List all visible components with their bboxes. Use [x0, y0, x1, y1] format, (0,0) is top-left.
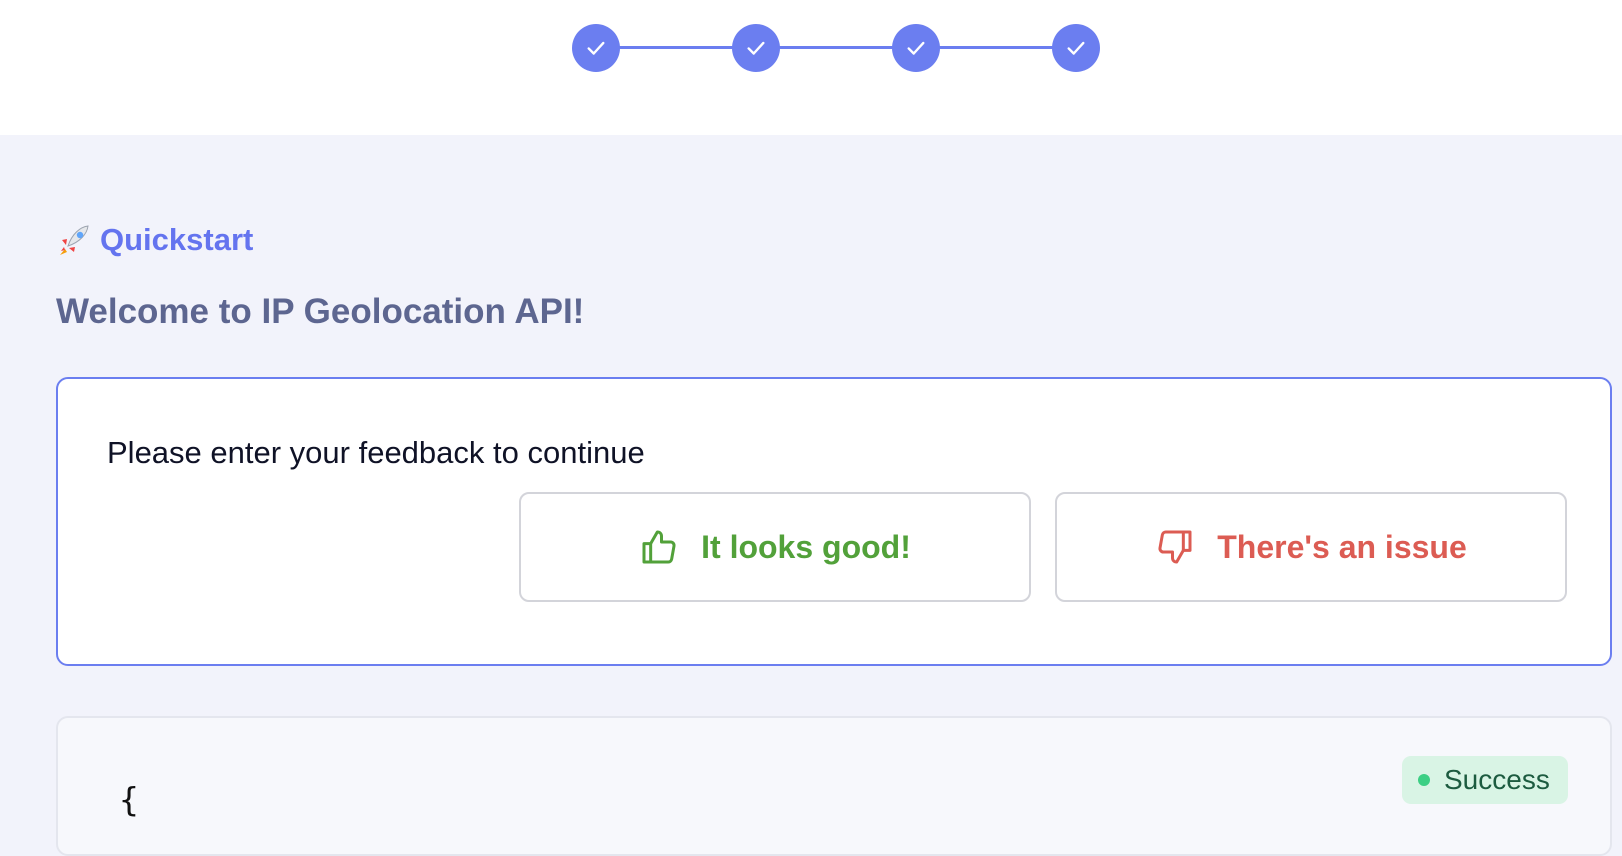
- section-breadcrumb: Quickstart: [56, 222, 253, 258]
- report-issue-button[interactable]: There's an issue: [1055, 492, 1567, 602]
- check-icon: [587, 41, 605, 55]
- check-icon: [1067, 41, 1085, 55]
- check-icon: [747, 41, 765, 55]
- progress-stepper: [0, 0, 1622, 135]
- looks-good-label: It looks good!: [701, 528, 911, 565]
- feedback-prompt: Please enter your feedback to continue: [107, 435, 645, 470]
- page-title: Welcome to IP Geolocation API!: [56, 292, 585, 331]
- section-label: Quickstart: [100, 222, 254, 257]
- step-4[interactable]: [1052, 24, 1100, 72]
- code-open-brace: {: [119, 780, 139, 819]
- step-3[interactable]: [892, 24, 940, 72]
- thumbs-up-icon: [642, 530, 676, 564]
- step-connector: [760, 46, 898, 49]
- status-badge: Success: [1402, 756, 1568, 804]
- step-2[interactable]: [732, 24, 780, 72]
- response-panel: { Success: [56, 716, 1612, 856]
- check-icon: [907, 41, 925, 55]
- thumbs-down-icon: [1158, 530, 1192, 564]
- status-dot-icon: [1418, 774, 1430, 786]
- status-label: Success: [1444, 764, 1550, 795]
- report-issue-label: There's an issue: [1217, 528, 1467, 565]
- rocket-icon: [60, 225, 89, 255]
- step-1[interactable]: [572, 24, 620, 72]
- step-connector: [600, 46, 738, 49]
- step-connector: [920, 46, 1058, 49]
- feedback-card: Please enter your feedback to continue I…: [56, 377, 1612, 666]
- looks-good-button[interactable]: It looks good!: [519, 492, 1031, 602]
